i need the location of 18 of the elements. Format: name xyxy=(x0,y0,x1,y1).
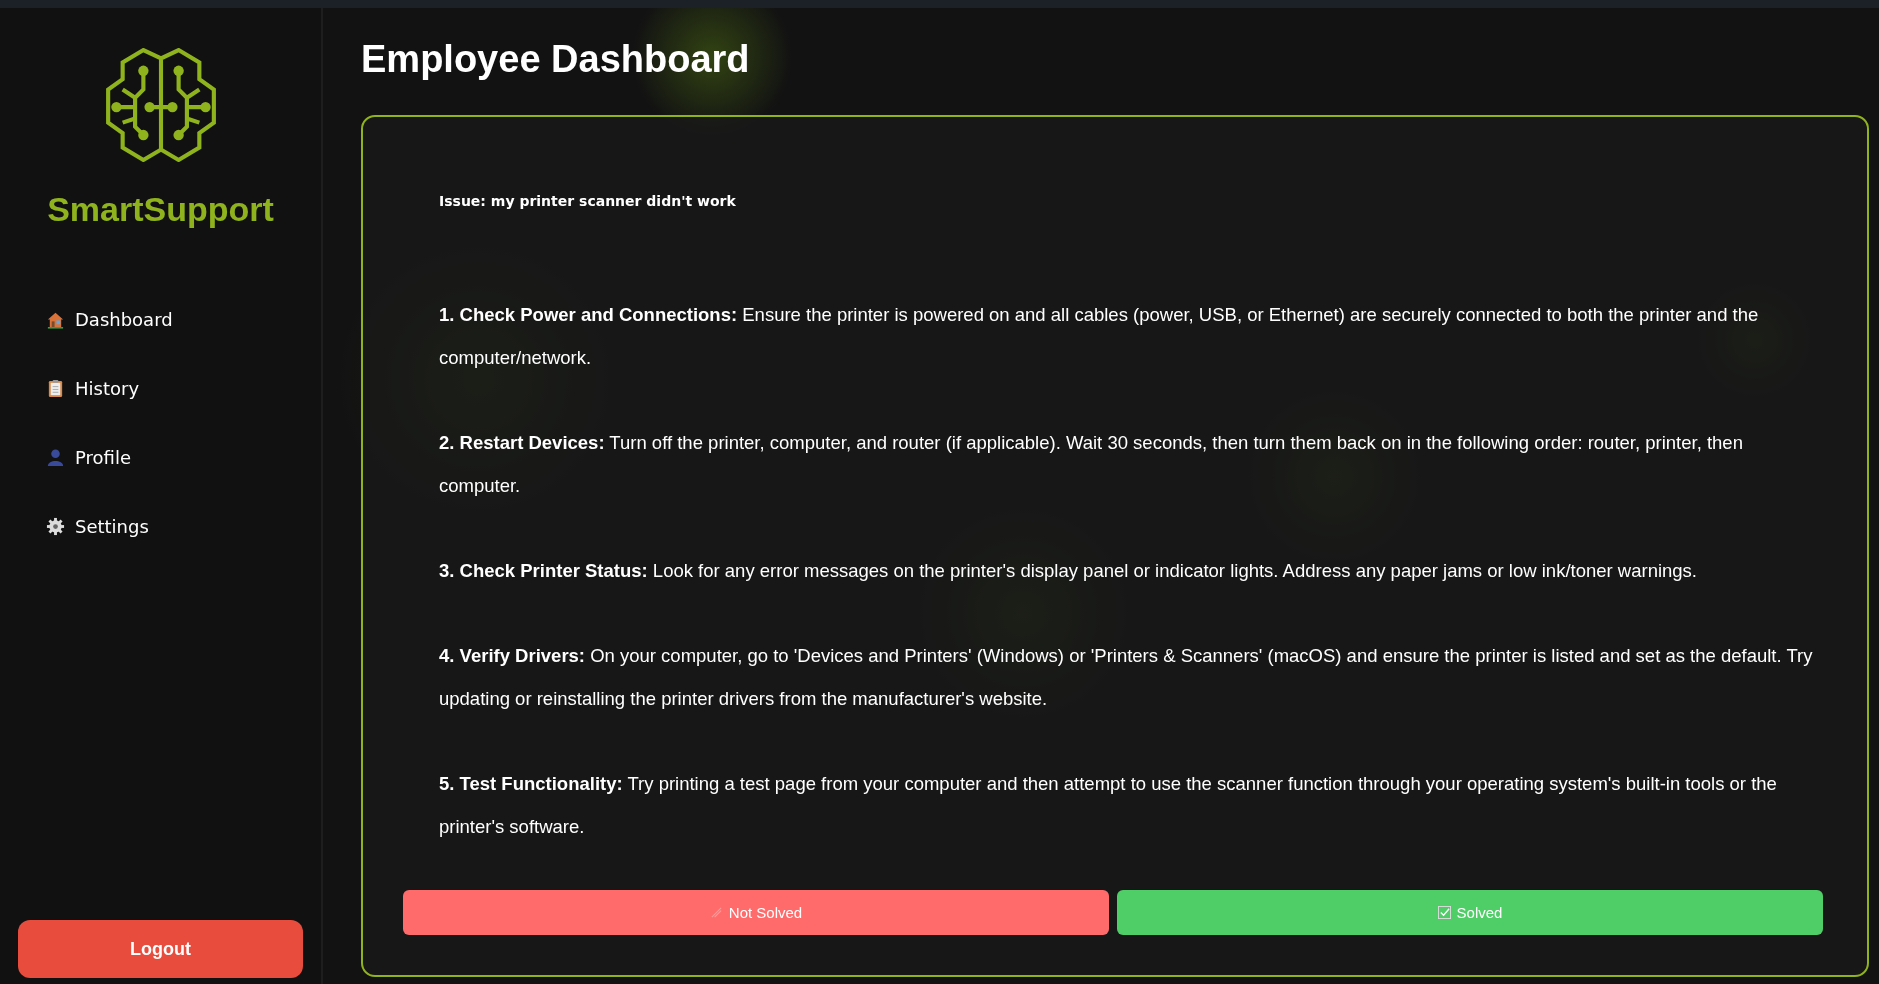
sidebar-item[interactable]: Profile xyxy=(46,447,131,468)
step-text: 3. Check Printer Status: Look for any error messages on the printer's display panel or indicator lights. Address any paper jams or low ink/toner warnings. xyxy=(439,559,1698,583)
step-text: 5. Test Functionality: Try printing a test page from your computer and then attempt to use the scanner function through your operating system's built-in tools or the printer's software. xyxy=(439,772,1778,839)
sidebar-item[interactable]: History xyxy=(46,378,140,399)
check-icon xyxy=(1437,906,1451,919)
sidebar-item[interactable]: Settings xyxy=(46,516,149,537)
brand-name: SmartSupport xyxy=(47,190,274,229)
step-text: 2. Restart Devices: Turn off the printer, computer, and router (if applicable). Wait 30 seconds, then turn them back on in the following order: router, printer, then computer. xyxy=(439,431,1744,498)
logout-button[interactable]: Logout xyxy=(18,920,303,978)
page-title: Employee Dashboard xyxy=(361,38,751,81)
gear-icon xyxy=(46,517,65,536)
clipboard-icon xyxy=(46,379,65,398)
person-icon xyxy=(46,448,65,467)
issue-text: Issue: my printer scanner didn't work xyxy=(439,193,737,209)
step-text: 4. Verify Drivers: On your computer, go to 'Devices and Printers' (Windows) or 'Printers & Scanners' (macOS) and ensure the printer is listed and set as the default. Try updating or reinstalling the printer drivers from the manufacturer's website. xyxy=(439,644,1814,711)
step-text: 1. Check Power and Connections: Ensure the printer is powered on and all cables (power, USB, or Ethernet) are securely connected to both the printer and the computer/network. xyxy=(439,303,1760,370)
house-icon xyxy=(46,310,65,329)
sidebar-item[interactable]: Dashboard xyxy=(46,309,173,330)
